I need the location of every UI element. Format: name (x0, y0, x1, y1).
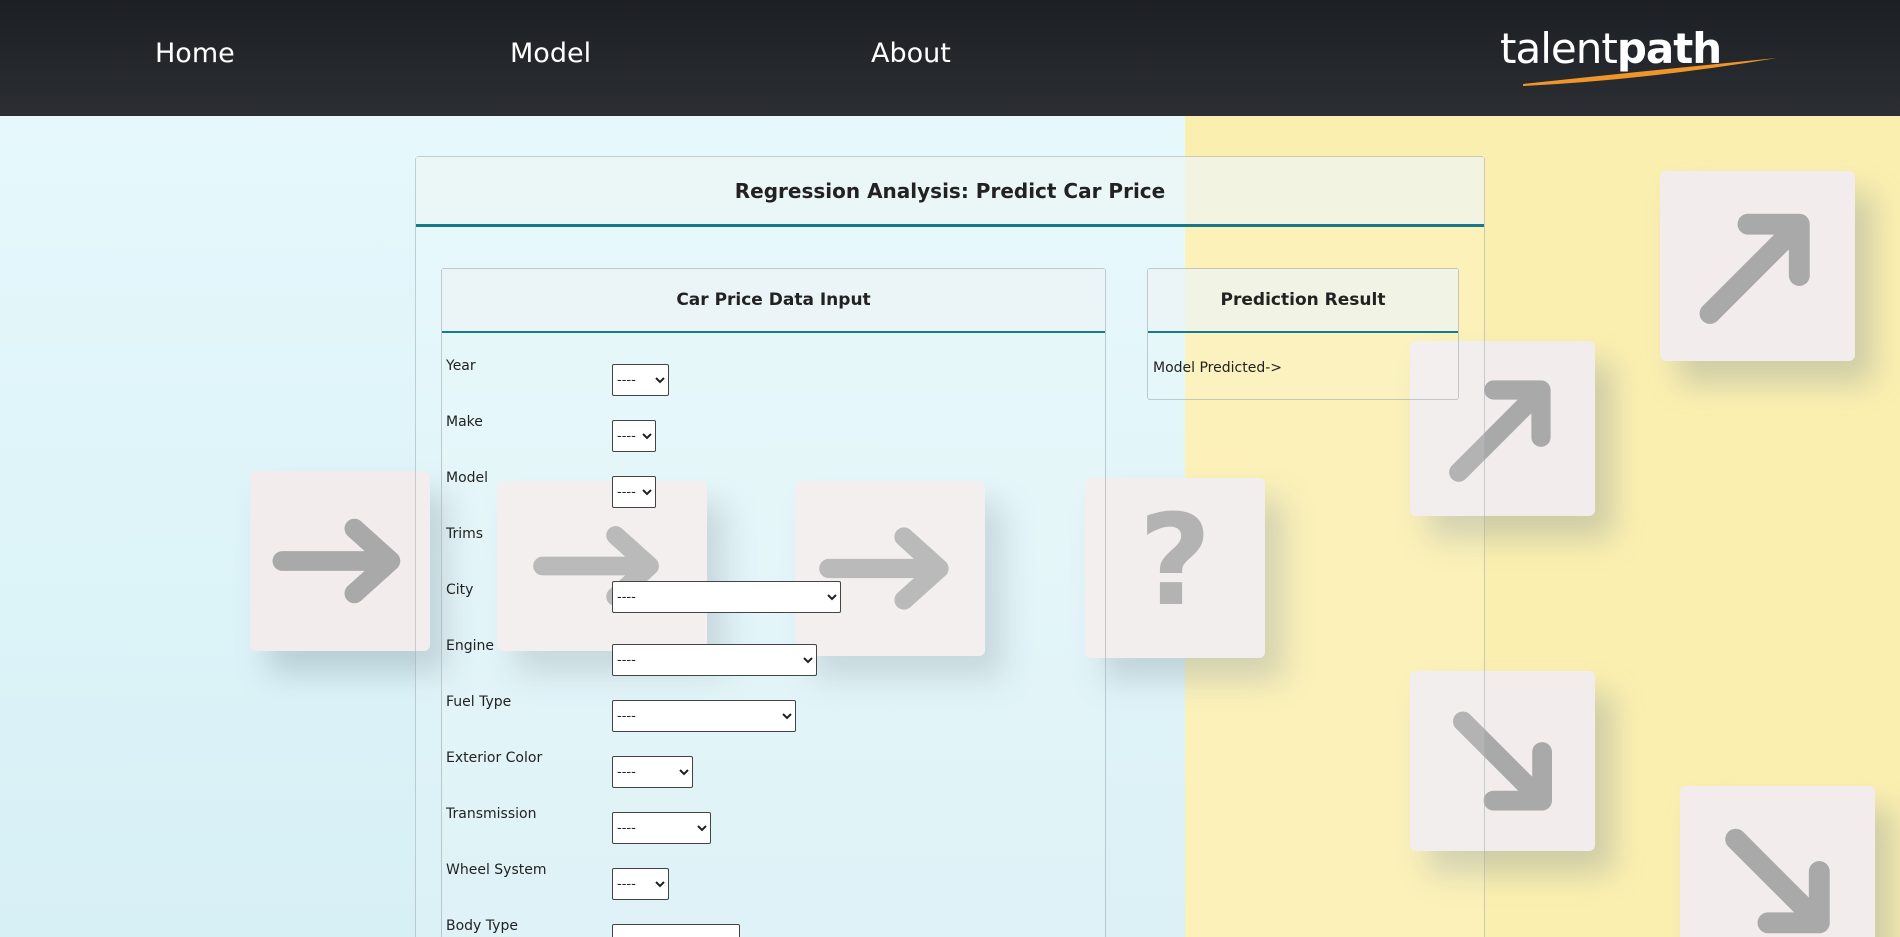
result-card: Prediction Result Model Predicted-> (1147, 268, 1459, 400)
city-label: City (446, 582, 474, 598)
exterior-color-select[interactable]: ---- (612, 756, 693, 788)
engine-select[interactable]: ---- (612, 644, 817, 676)
transmission-select[interactable]: ---- (612, 812, 711, 844)
prediction-output: Model Predicted-> (1153, 360, 1282, 376)
main-panel: Regression Analysis: Predict Car Price C… (415, 156, 1485, 937)
year-label: Year (446, 358, 476, 374)
make-label: Make (446, 414, 483, 430)
arrow-right-icon (272, 518, 401, 604)
nav-link-model[interactable]: Model (510, 38, 591, 69)
talentpath-logo[interactable]: talentpath (1495, 18, 1780, 90)
wheel-system-label: Wheel System (446, 862, 547, 878)
wheel-system-select[interactable]: ---- (612, 868, 669, 900)
make-select[interactable]: ---- (612, 420, 656, 452)
field-row-make: Make ---- (446, 414, 1096, 470)
input-card: Car Price Data Input Year ---- Make ----… (441, 268, 1106, 937)
arrow-up-right-icon (1699, 213, 1810, 324)
fuel-type-select[interactable]: ---- (612, 700, 796, 732)
fuel-type-label: Fuel Type (446, 694, 512, 710)
year-select[interactable]: ---- (612, 364, 669, 396)
field-row-wheel-system: Wheel System ---- (446, 862, 1096, 918)
model-label: Model (446, 470, 489, 486)
exterior-color-label: Exterior Color (446, 750, 543, 766)
transmission-label: Transmission (446, 806, 537, 822)
field-row-trims: Trims (446, 526, 1096, 582)
field-row-fuel-type: Fuel Type ---- (446, 694, 1096, 750)
field-row-city: City ---- (446, 581, 1096, 638)
arrow-down-right-icon (1725, 828, 1830, 934)
page-title: Regression Analysis: Predict Car Price (734, 178, 1166, 203)
trims-label: Trims (446, 526, 484, 542)
block-arrow-down-right-2 (1680, 786, 1875, 937)
logo-wordmark: talentpath (1500, 24, 1722, 73)
nav-link-home[interactable]: Home (155, 38, 235, 69)
field-row-engine: Engine ---- (446, 638, 1096, 694)
engine-label: Engine (446, 638, 494, 654)
main-panel-header: Regression Analysis: Predict Car Price (416, 157, 1484, 227)
city-select[interactable]: ---- (612, 581, 841, 613)
body-type-label: Body Type (446, 918, 518, 934)
field-row-year: Year ---- (446, 358, 1096, 414)
field-row-body-type: Body Type ---- (446, 918, 1096, 937)
block-arrow-right-1 (250, 471, 430, 651)
input-card-title: Car Price Data Input (676, 290, 871, 310)
block-arrow-up-right-2 (1660, 171, 1855, 361)
result-card-header: Prediction Result (1148, 269, 1458, 333)
input-card-header: Car Price Data Input (442, 269, 1105, 333)
nav-link-about[interactable]: About (871, 38, 951, 69)
body-type-select[interactable]: ---- (612, 924, 740, 937)
field-row-model: Model ---- (446, 470, 1096, 526)
top-navbar: Home Model About talentpath (0, 0, 1900, 116)
result-card-title: Prediction Result (1220, 290, 1386, 310)
field-row-exterior-color: Exterior Color ---- (446, 750, 1096, 806)
model-select[interactable]: ---- (612, 476, 656, 508)
field-row-transmission: Transmission ---- (446, 806, 1096, 862)
